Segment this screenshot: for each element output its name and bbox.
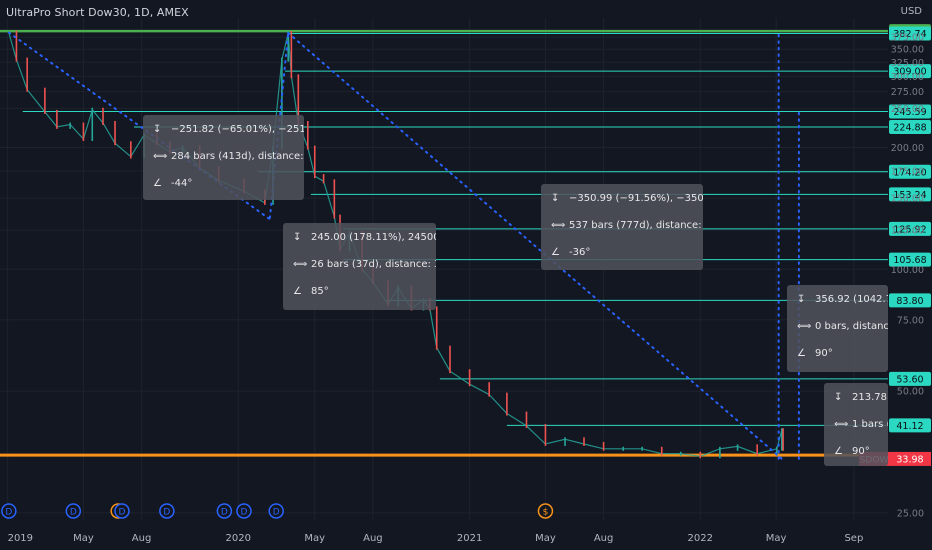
event-marker-label: D — [221, 508, 228, 518]
measure-tooltip: ↧ 245.00 (178.11%), 24500 ⟺ 26 bars (37d), … — [283, 223, 436, 310]
measure-tooltip-text: -44° — [171, 178, 193, 189]
chart-canvas[interactable]: 388.13382.74309.00245.59224.88174.20153.… — [0, 0, 932, 550]
event-marker-label: D — [240, 508, 247, 518]
y-tick-label: 100.00 — [891, 265, 924, 276]
event-marker-label: D — [5, 508, 12, 518]
measure-tooltip: ↧ −350.99 (−91.56%), −35099 ⟺ 537 bars (777… — [541, 184, 703, 270]
measure-tooltip-text: 90° — [815, 348, 833, 359]
price-level-label: 53.60 — [896, 374, 923, 385]
angle-icon: ∠ — [153, 178, 162, 189]
angle-icon: ∠ — [834, 446, 843, 457]
height-icon: ↧ — [293, 232, 302, 243]
y-tick-label: 150.00 — [891, 194, 924, 205]
angle-icon: ∠ — [293, 286, 302, 297]
measure-tooltip-text: 356.92 (1042.71%), 3 — [815, 294, 888, 305]
measure-tooltip: ↧ −251.82 (−65.01%), −25182 ⟺ 284 bars (413… — [143, 115, 304, 200]
width-icon: ⟺ — [551, 220, 566, 231]
width-icon: ⟺ — [797, 321, 812, 332]
y-tick-label: 75.00 — [897, 315, 924, 326]
height-icon: ↧ — [834, 392, 843, 403]
x-tick-label: May — [73, 533, 94, 544]
x-tick-label: 2020 — [226, 533, 251, 544]
x-tick-label: May — [535, 533, 556, 544]
y-tick-label: 250.00 — [891, 104, 924, 115]
y-tick-label: 350.00 — [891, 45, 924, 56]
measure-tooltip-text: −251.82 (−65.01%), −25182 — [171, 124, 304, 135]
x-tick-label: 2022 — [688, 533, 713, 544]
measure-tooltip: ↧ 356.92 (1042.71%), 3 ⟺0 bars, distance: … — [787, 285, 888, 372]
measure-tooltip-text: 245.00 (178.11%), 24500 — [311, 232, 436, 243]
x-tick-label: Sep — [844, 533, 863, 544]
measure-tooltip: ↧ 213.78 (656 ⟺1 bars (1d), ∠ 90° — [824, 383, 888, 466]
angle-icon: ∠ — [797, 348, 806, 359]
currency-label[interactable]: USD — [901, 6, 922, 17]
x-tick-label: Aug — [363, 533, 383, 544]
price-level-label: 41.12 — [896, 421, 923, 432]
width-icon: ⟺ — [293, 259, 308, 270]
y-tick-label: 175.00 — [891, 167, 924, 178]
measure-tooltip-text: 537 bars (777d), distance: 848 px — [569, 220, 703, 231]
measure-tooltip-text: -36° — [569, 247, 591, 258]
measure-tooltip-text: 85° — [311, 286, 329, 297]
event-marker-label: D — [70, 508, 77, 518]
x-tick-label: 2021 — [457, 533, 482, 544]
event-marker-label: $ — [543, 508, 549, 518]
measure-tooltip-text: 0 bars, distance: 505 — [815, 321, 888, 332]
height-icon: ↧ — [153, 124, 162, 135]
width-icon: ⟺ — [834, 419, 849, 430]
x-tick-label: 2019 — [8, 533, 33, 544]
grid — [0, 18, 888, 520]
y-tick-label: 25.00 — [897, 508, 924, 519]
measure-tooltip-text: 26 bars (37d), distance: 348 px — [311, 259, 436, 270]
horizontal-levels: 388.13382.74309.00245.59224.88174.20153.… — [0, 24, 931, 457]
x-tick-label: Aug — [594, 533, 614, 544]
x-tick-label: May — [304, 533, 325, 544]
measure-tooltip-text: −350.99 (−91.56%), −35099 — [569, 193, 703, 204]
measure-tooltip-text: 284 bars (413d), distance: 509 px — [171, 151, 304, 162]
last-price-label: 33.98 — [896, 454, 923, 465]
measure-tooltip-text: 213.78 (656 — [852, 392, 888, 403]
event-marker-label: D — [119, 508, 126, 518]
measure-tooltip-text: 90° — [852, 446, 870, 457]
height-icon: ↧ — [551, 193, 560, 204]
y-tick-label: 300.00 — [891, 72, 924, 83]
angle-icon: ∠ — [551, 247, 560, 258]
event-marker-label: D — [163, 508, 170, 518]
chart-title: UltraPro Short Dow30, 1D, AMEX — [6, 6, 189, 19]
width-icon: ⟺ — [153, 151, 168, 162]
y-tick-label: 275.00 — [891, 87, 924, 98]
y-tick-label: 375.00 — [891, 33, 924, 44]
y-tick-label: 50.00 — [897, 387, 924, 398]
y-tick-label: 325.00 — [891, 58, 924, 69]
height-icon: ↧ — [797, 294, 806, 305]
y-tick-label: 200.00 — [891, 143, 924, 154]
y-tick-label: 125.00 — [891, 226, 924, 237]
measure-tooltip-text: 1 bars (1d), — [852, 419, 888, 430]
x-tick-label: May — [766, 533, 787, 544]
price-level-label: 224.88 — [893, 122, 926, 133]
price-level-label: 83.80 — [896, 296, 923, 307]
event-marker-label: D — [273, 508, 280, 518]
x-tick-label: Aug — [132, 533, 152, 544]
